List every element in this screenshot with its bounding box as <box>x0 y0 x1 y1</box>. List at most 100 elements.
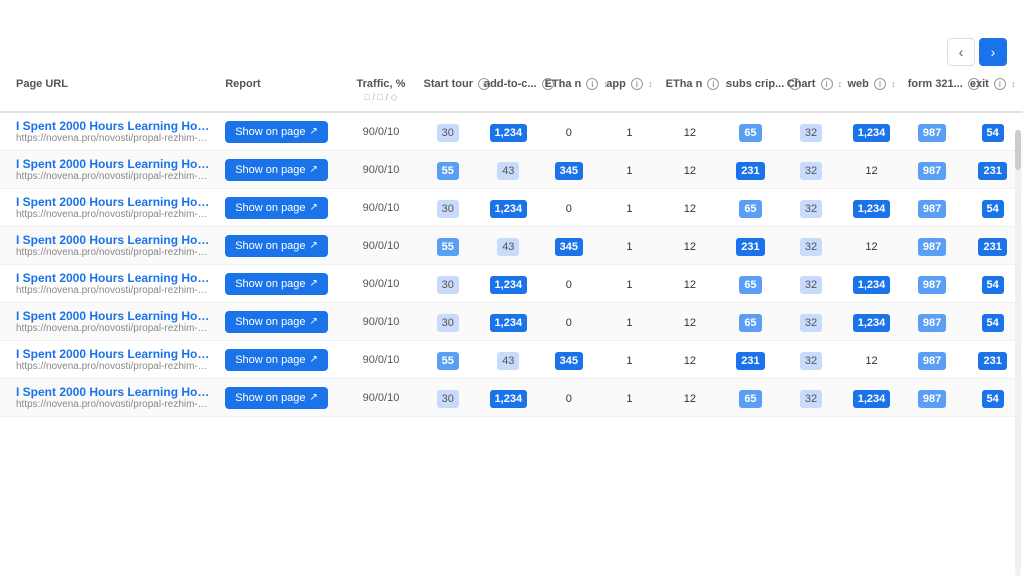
cell-value: 0 <box>566 127 572 139</box>
col-header-app[interactable]: app i ↕ <box>599 70 660 112</box>
show-on-page-button[interactable]: Show on page ↗ <box>225 197 328 219</box>
cell-app: 1 <box>599 227 660 265</box>
sort-icon-app: ↕ <box>648 79 653 89</box>
show-on-page-button[interactable]: Show on page ↗ <box>225 273 328 295</box>
col-header-page-url: Page URL <box>0 70 219 112</box>
sort-icon-chart: ↕ <box>838 79 843 89</box>
cell-value: 1 <box>626 127 632 139</box>
show-on-page-button[interactable]: Show on page ↗ <box>225 387 328 409</box>
cell-value: 54 <box>982 390 1004 408</box>
url-title[interactable]: I Spent 2000 Hours Learning How To Lea..… <box>16 195 211 209</box>
show-on-page-button[interactable]: Show on page ↗ <box>225 311 328 333</box>
cell-value: 43 <box>497 162 519 180</box>
cell-ethan2: 12 <box>660 341 721 379</box>
cell-url: I Spent 2000 Hours Learning How To Lea..… <box>0 303 219 341</box>
col-header-exit[interactable]: exit i ↕ <box>962 70 1023 112</box>
show-on-page-button[interactable]: Show on page ↗ <box>225 159 328 181</box>
url-title[interactable]: I Spent 2000 Hours Learning How To Lea..… <box>16 271 211 285</box>
url-title[interactable]: I Spent 2000 Hours Learning How To Lea..… <box>16 309 211 323</box>
cell-chart: 32 <box>781 112 842 151</box>
cell-ethan: 345 <box>539 151 600 189</box>
url-title[interactable]: I Spent 2000 Hours Learning How To Lea..… <box>16 157 211 171</box>
cell-exit: 54 <box>962 303 1023 341</box>
external-link-icon: ↗ <box>310 164 318 175</box>
col-header-subs-crip[interactable]: subs crip... i ↕ <box>720 70 781 112</box>
table-row: I Spent 2000 Hours Learning How To Lea..… <box>0 265 1023 303</box>
col-header-ethan2[interactable]: ETha n i ↕ <box>660 70 721 112</box>
cell-value: 231 <box>978 162 1006 180</box>
cell-value: 43 <box>497 352 519 370</box>
scrollbar-thumb[interactable] <box>1015 130 1021 170</box>
cell-value: 30 <box>437 276 459 294</box>
cell-value: 1,234 <box>490 314 528 332</box>
cell-value: 65 <box>739 124 761 142</box>
cell-value: 12 <box>865 241 877 253</box>
cell-value: 345 <box>555 352 583 370</box>
url-title[interactable]: I Spent 2000 Hours Learning How To Lea..… <box>16 233 211 247</box>
cell-add-to_c: 1,234 <box>478 265 539 303</box>
col-header-web[interactable]: web i ↕ <box>841 70 902 112</box>
cell-value: 12 <box>684 127 696 139</box>
info-icon-ethan2[interactable]: i <box>707 78 719 90</box>
col-header-add-to-c[interactable]: add-to-c... i ↕ <box>478 70 539 112</box>
url-sub: https://novena.pro/novosti/propal-rezhim… <box>16 209 211 220</box>
url-title[interactable]: I Spent 2000 Hours Learning How To Lea..… <box>16 119 211 133</box>
url-title[interactable]: I Spent 2000 Hours Learning How To Lea..… <box>16 347 211 361</box>
cell-report: Show on page ↗ <box>219 112 344 151</box>
cell-value: 65 <box>739 276 761 294</box>
col-header-ethan[interactable]: ETha n i ↕ <box>539 70 600 112</box>
cell-value: 12 <box>684 203 696 215</box>
cell-form-321: 987 <box>902 341 963 379</box>
url-title[interactable]: I Spent 2000 Hours Learning How To Lea..… <box>16 385 211 399</box>
table-row: I Spent 2000 Hours Learning How To Lea..… <box>0 227 1023 265</box>
cell-subs-crip: 231 <box>720 227 781 265</box>
cell-form-321: 987 <box>902 379 963 417</box>
cell-ethan: 0 <box>539 379 600 417</box>
cell-traffic: 90/0/10 <box>344 341 417 379</box>
cell-chart: 32 <box>781 341 842 379</box>
cell-value: 12 <box>684 279 696 291</box>
cell-exit: 231 <box>962 341 1023 379</box>
cell-subs-crip: 231 <box>720 341 781 379</box>
cell-value: 987 <box>918 200 946 218</box>
cell-exit: 54 <box>962 379 1023 417</box>
cell-value: 55 <box>437 162 459 180</box>
cell-exit: 54 <box>962 265 1023 303</box>
cell-subs-crip: 65 <box>720 379 781 417</box>
show-on-page-button[interactable]: Show on page ↗ <box>225 349 328 371</box>
cell-add-to_c: 1,234 <box>478 189 539 227</box>
info-icon-app[interactable]: i <box>631 78 643 90</box>
main-container: ‹ › Page URL Report Traffic, % □ / □ / ◇ <box>0 0 1023 580</box>
cell-value: 12 <box>684 317 696 329</box>
cell-web: 1,234 <box>841 189 902 227</box>
cell-traffic: 90/0/10 <box>344 379 417 417</box>
cell-form-321: 987 <box>902 303 963 341</box>
cell-start-tour: 55 <box>418 227 479 265</box>
cell-value: 1 <box>626 317 632 329</box>
info-icon-exit[interactable]: i <box>994 78 1006 90</box>
table-row: I Spent 2000 Hours Learning How To Lea..… <box>0 189 1023 227</box>
cell-url: I Spent 2000 Hours Learning How To Lea..… <box>0 227 219 265</box>
nav-next-button[interactable]: › <box>979 38 1007 66</box>
external-link-icon: ↗ <box>310 392 318 403</box>
cell-value: 54 <box>982 200 1004 218</box>
table-row: I Spent 2000 Hours Learning How To Lea..… <box>0 303 1023 341</box>
cell-value: 1,234 <box>490 124 528 142</box>
url-sub: https://novena.pro/novosti/propal-rezhim… <box>16 285 211 296</box>
col-header-form-321[interactable]: form 321... i ↕ <box>902 70 963 112</box>
table-row: I Spent 2000 Hours Learning How To Lea..… <box>0 379 1023 417</box>
cell-report: Show on page ↗ <box>219 151 344 189</box>
col-header-start-tour[interactable]: Start tour i ↕ <box>418 70 479 112</box>
show-on-page-button[interactable]: Show on page ↗ <box>225 121 328 143</box>
nav-arrows: ‹ › <box>947 38 1007 66</box>
cell-app: 1 <box>599 265 660 303</box>
info-icon-ethan[interactable]: i <box>586 78 598 90</box>
cell-value: 12 <box>684 165 696 177</box>
nav-prev-button[interactable]: ‹ <box>947 38 975 66</box>
cell-value: 0 <box>566 279 572 291</box>
info-icon-chart[interactable]: i <box>821 78 833 90</box>
col-header-chart[interactable]: Chart i ↕ <box>781 70 842 112</box>
show-on-page-button[interactable]: Show on page ↗ <box>225 235 328 257</box>
cell-value: 1,234 <box>490 390 528 408</box>
info-icon-web[interactable]: i <box>874 78 886 90</box>
